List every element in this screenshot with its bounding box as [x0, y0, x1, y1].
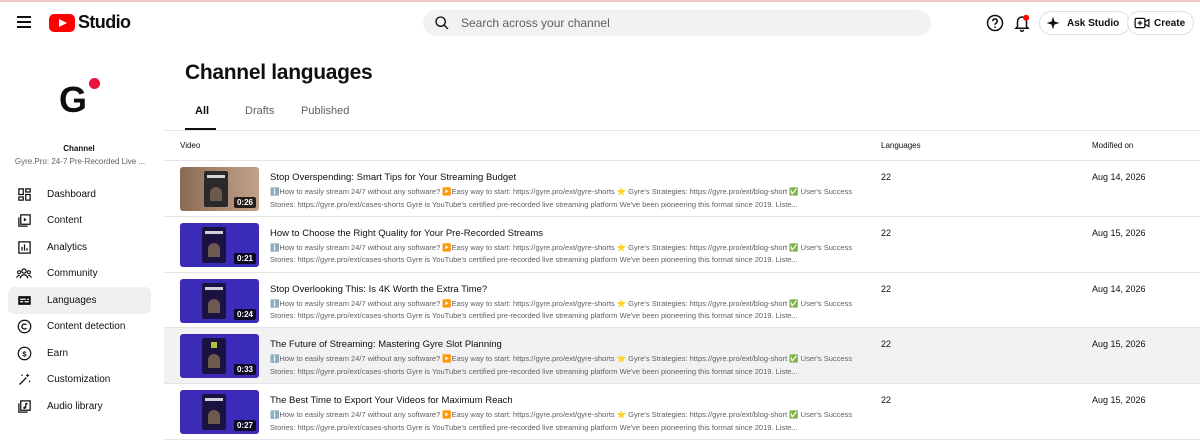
dashboard-icon [16, 186, 32, 202]
sidebar-nav: Dashboard Content Analytics Community La… [8, 181, 151, 420]
ask-studio-label: Ask Studio [1067, 17, 1120, 29]
create-video-icon [1134, 17, 1150, 29]
languages-count: 22 [881, 339, 892, 350]
ask-studio-button[interactable]: Ask Studio [1039, 11, 1131, 35]
sidebar-item-label: Dashboard [47, 188, 96, 200]
video-duration: 0:21 [233, 252, 256, 264]
video-title[interactable]: How to Choose the Right Quality for Your… [270, 228, 543, 239]
video-description: ℹ️How to easily stream 24/7 without any … [270, 298, 853, 321]
sidebar-item-label: Analytics [47, 241, 88, 253]
channel-avatar[interactable]: G [59, 78, 103, 122]
video-title[interactable]: Stop Overspending: Smart Tips for Your S… [270, 172, 516, 183]
app-title: Studio [78, 12, 131, 32]
sidebar-item-community[interactable]: Community [8, 261, 151, 288]
video-thumbnail[interactable]: 0:24 [180, 278, 259, 323]
video-title[interactable]: The Future of Streaming: Mastering Gyre … [270, 339, 502, 350]
video-thumbnail[interactable]: 0:21 [180, 222, 259, 267]
search-icon[interactable] [434, 15, 450, 31]
modified-date: Aug 14, 2026 [1092, 172, 1146, 182]
column-header-video: Video [180, 141, 201, 150]
search-input[interactable] [461, 10, 921, 36]
analytics-icon [16, 239, 32, 255]
languages-count: 22 [881, 227, 892, 238]
video-description: ℹ️How to easily stream 24/7 without any … [270, 242, 853, 265]
video-duration: 0:24 [233, 308, 256, 320]
sidebar-item-customization[interactable]: Customization [8, 367, 151, 394]
sidebar-item-content[interactable]: Content [8, 208, 151, 235]
languages-count: 22 [881, 172, 892, 182]
video-description: ℹ️How to easily stream 24/7 without any … [270, 187, 853, 209]
table-row[interactable]: 0:27 The Best Time to Export Your Videos… [164, 384, 1200, 440]
community-icon [16, 266, 32, 282]
sidebar-item-label: Languages [47, 294, 97, 306]
studio-logo[interactable]: Studio [49, 12, 131, 33]
sidebar: G Channel Gyre.Pro: 24-7 Pre-Recorded Li… [0, 44, 164, 441]
video-duration: 0:27 [233, 420, 256, 432]
sidebar-item-earn[interactable]: $ Earn [8, 340, 151, 367]
create-button[interactable]: Create [1127, 11, 1195, 35]
video-duration: 0:26 [233, 197, 256, 208]
languages-count: 22 [881, 283, 892, 294]
create-label: Create [1154, 17, 1186, 29]
tab-drafts[interactable]: Drafts [245, 105, 274, 131]
sidebar-item-analytics[interactable]: Analytics [8, 234, 151, 261]
table-row[interactable]: 0:26 Stop Overspending: Smart Tips for Y… [164, 161, 1200, 217]
video-title[interactable]: The Best Time to Export Your Videos for … [270, 395, 513, 406]
sidebar-item-languages[interactable]: Languages [8, 287, 151, 314]
sidebar-item-dashboard[interactable]: Dashboard [8, 181, 151, 208]
languages-count: 22 [881, 395, 892, 406]
tab-label: All [195, 105, 210, 117]
channel-name: Gyre.Pro: 24-7 Pre-Recorded Live ... [14, 157, 146, 166]
sidebar-item-label: Content [47, 215, 83, 227]
modified-date: Aug 15, 2026 [1092, 227, 1146, 238]
video-description: ℹ️How to easily stream 24/7 without any … [270, 354, 853, 376]
svg-text:$: $ [22, 349, 27, 358]
video-table: 0:26 Stop Overspending: Smart Tips for Y… [164, 161, 1200, 440]
tabs-divider [164, 130, 1200, 131]
sidebar-item-label: Customization [47, 374, 111, 386]
sidebar-item-content-detection[interactable]: Content detection [8, 314, 151, 341]
column-header-modified[interactable]: Modified on [1092, 141, 1133, 150]
table-row[interactable]: 0:33 The Future of Streaming: Mastering … [164, 328, 1200, 385]
sidebar-item-audio-library[interactable]: Audio library [8, 393, 151, 420]
column-header-languages: Languages [881, 141, 921, 150]
video-thumbnail[interactable]: 0:27 [180, 390, 259, 435]
avatar-logo-letter: G [59, 79, 87, 120]
copyright-icon [16, 319, 32, 335]
video-description: ℹ️How to easily stream 24/7 without any … [270, 410, 853, 432]
tab-label: Published [301, 105, 350, 117]
sidebar-item-label: Audio library [47, 400, 103, 412]
sparkle-icon [1046, 16, 1060, 30]
youtube-play-icon [49, 13, 75, 32]
notifications-icon[interactable] [1013, 13, 1031, 33]
channel-label: Channel [63, 144, 95, 153]
search-bar[interactable] [423, 10, 931, 36]
tab-label: Drafts [245, 105, 275, 117]
modified-date: Aug 15, 2026 [1092, 339, 1146, 350]
sidebar-item-label: Earn [47, 347, 69, 359]
video-duration: 0:33 [233, 364, 256, 376]
video-thumbnail[interactable]: 0:26 [180, 167, 259, 211]
sidebar-item-label: Content detection [47, 321, 126, 333]
content-icon [16, 213, 32, 229]
video-thumbnail[interactable]: 0:33 [180, 334, 259, 379]
top-bar: Studio Ask Studio Create [0, 2, 1200, 44]
modified-date: Aug 14, 2026 [1092, 283, 1146, 294]
customization-icon [16, 372, 32, 388]
avatar-logo-dot [89, 78, 100, 89]
table-row[interactable]: 0:24 Stop Overlooking This: Is 4K Worth … [164, 273, 1200, 329]
menu-icon[interactable] [15, 14, 33, 30]
sidebar-item-label: Community [47, 268, 98, 280]
earn-icon: $ [16, 345, 32, 361]
table-row[interactable]: 0:21 How to Choose the Right Quality for… [164, 217, 1200, 273]
languages-icon [16, 292, 32, 308]
audio-library-icon [16, 398, 32, 414]
page-title: Channel languages [185, 61, 373, 84]
modified-date: Aug 15, 2026 [1092, 395, 1146, 406]
help-icon[interactable] [986, 14, 1004, 32]
video-title[interactable]: Stop Overlooking This: Is 4K Worth the E… [270, 284, 487, 295]
tab-published[interactable]: Published [301, 105, 349, 131]
